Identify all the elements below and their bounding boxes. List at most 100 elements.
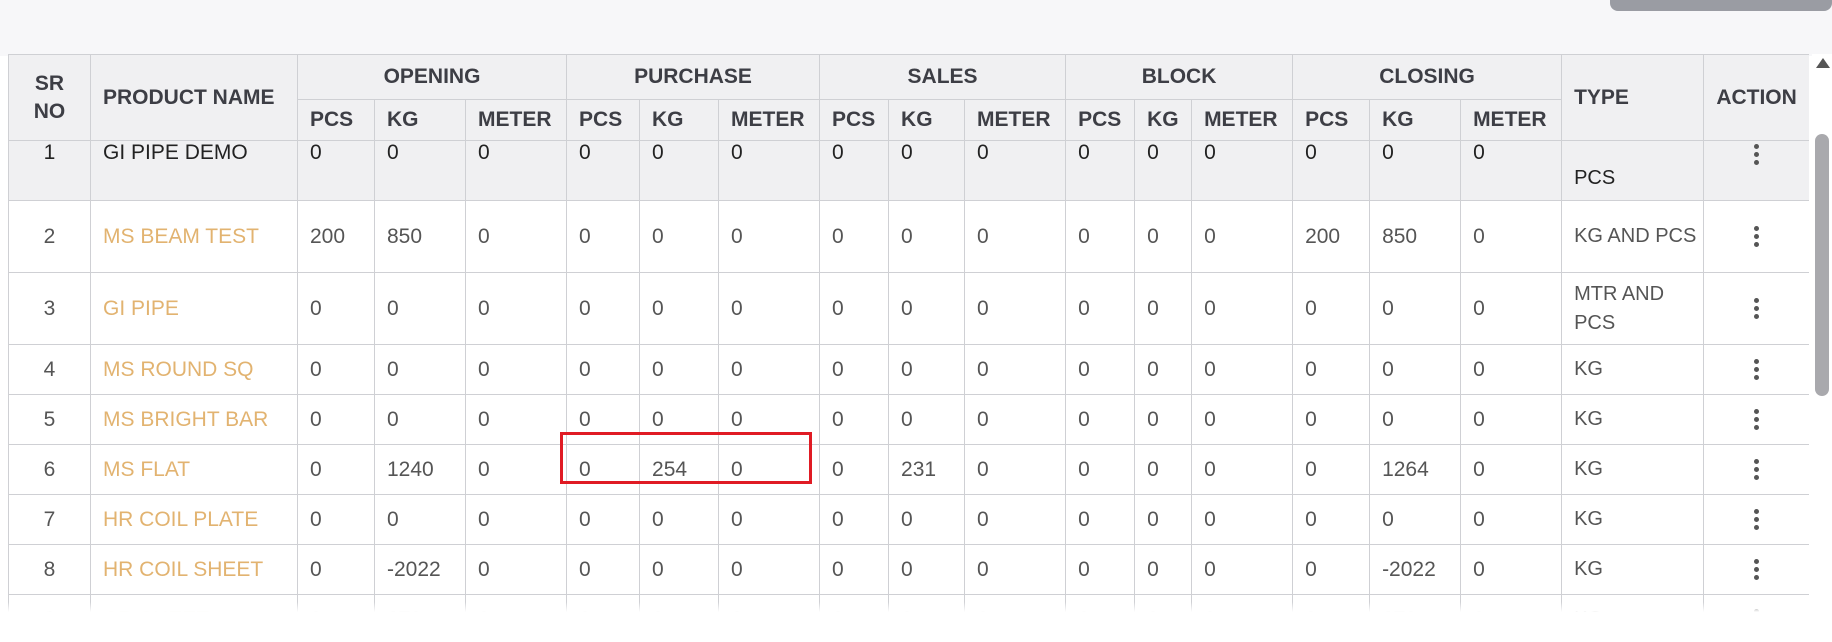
opening-kg-cell: 850: [374, 200, 466, 273]
sales-pcs-cell: 0: [819, 544, 890, 595]
closing-meter-cell: 0: [1460, 444, 1563, 495]
opening-pcs-cell: 0: [297, 140, 375, 201]
table-row[interactable]: 8 HR COIL SHEET 0 -2022 0 0 0 0 0 0 0 0 0 0 0 -2022 0 KG: [8, 544, 1809, 595]
action-cell: [1703, 544, 1809, 595]
product-name-cell[interactable]: MS ROUND SQ: [90, 344, 298, 395]
product-name-cell[interactable]: MS BRIGHT BAR: [90, 394, 298, 445]
sales-kg-cell: 0: [888, 272, 966, 345]
opening-meter-cell: 0: [464, 494, 568, 545]
opening-kg-cell: 0: [374, 140, 466, 201]
closing-kg-cell: 0: [1369, 140, 1462, 201]
vertical-scrollbar[interactable]: [1812, 54, 1832, 612]
arrow-up-icon[interactable]: [1816, 58, 1830, 68]
table-row[interactable]: 7 HR COIL PLATE 0 0 0 0 0 0 0 0 0 0 0 0 0 0 0 KG: [8, 494, 1809, 545]
block-kg-cell: 0: [1134, 444, 1193, 495]
product-name-header: PRODUCT NAME: [90, 54, 298, 141]
action-cell: [1703, 494, 1809, 545]
table-row[interactable]: 3 GI PIPE 0 0 0 0 0 0 0 0 0 0 0 0 0 0 0 MTR AND PCS: [8, 272, 1809, 345]
kebab-menu-icon[interactable]: [1754, 406, 1760, 433]
purchase-pcs-cell: 0: [566, 444, 641, 495]
scrollbar-thumb[interactable]: [1815, 134, 1829, 396]
purchase-meter-cell: 0: [718, 394, 821, 445]
type-header: TYPE: [1561, 54, 1705, 141]
block-pcs-cell: 0: [1065, 444, 1136, 495]
opening-pcs-cell: 0: [297, 394, 375, 445]
action-cell: [1703, 394, 1809, 445]
purchase-kg-cell: 0: [639, 272, 720, 345]
table-row[interactable]: 2 MS BEAM TEST 200 850 0 0 0 0 0 0 0 0 0 0 200 850 0 KG A…: [8, 200, 1809, 273]
kebab-menu-icon[interactable]: [1754, 356, 1760, 383]
sales-kg-cell: 0: [888, 200, 966, 273]
sales-meter-cell: 0: [964, 200, 1067, 273]
purchase-pcs-cell: 0: [566, 344, 641, 395]
closing-kg-header: KG: [1369, 99, 1462, 141]
sales-meter-cell: 0: [964, 272, 1067, 345]
kebab-menu-icon[interactable]: [1754, 456, 1760, 483]
opening-group-header: OPENING: [296, 54, 568, 100]
block-pcs-cell: 0: [1065, 200, 1136, 273]
opening-meter-cell: 0: [464, 140, 568, 201]
kebab-menu-icon[interactable]: [1754, 142, 1760, 169]
purchase-meter-cell: 0: [718, 272, 821, 345]
purchase-meter-cell: 0: [718, 344, 821, 395]
table-row[interactable]: 1 GI PIPE DEMO 0 0 0 0 0 0 0 0 0 0 0 0 0 0 0 PCS: [8, 140, 1809, 201]
kebab-menu-icon[interactable]: [1754, 223, 1760, 250]
sales-meter-cell: 0: [964, 394, 1067, 445]
closing-pcs-cell: 200: [1292, 200, 1371, 273]
closing-kg-cell: 850: [1369, 200, 1462, 273]
purchase-kg-header: KG: [639, 99, 720, 141]
purchase-meter-cell: 0: [718, 494, 821, 545]
purchase-pcs-cell: 0: [566, 394, 641, 445]
closing-pcs-cell: 0: [1292, 272, 1371, 345]
sr-no-cell: 3: [8, 272, 91, 345]
opening-pcs-header: PCS: [297, 99, 375, 141]
block-meter-cell: 0: [1191, 200, 1294, 273]
bottom-fade: [8, 602, 1809, 612]
opening-meter-cell: 0: [464, 344, 568, 395]
table-row[interactable]: 5 MS BRIGHT BAR 0 0 0 0 0 0 0 0 0 0 0 0 0 0 0 KG: [8, 394, 1809, 445]
sales-pcs-cell: 0: [819, 444, 890, 495]
sr-no-cell: 8: [8, 544, 91, 595]
sales-pcs-cell: 0: [819, 200, 890, 273]
sales-meter-cell: 0: [964, 494, 1067, 545]
closing-meter-cell: 0: [1460, 494, 1563, 545]
stock-table: SR NO PRODUCT NAME OPENING PURCHASE SALE…: [8, 54, 1809, 612]
type-cell: KG: [1561, 494, 1705, 545]
purchase-meter-cell: 0: [718, 544, 821, 595]
purchase-kg-cell: 0: [639, 140, 720, 201]
type-cell: KG: [1561, 544, 1705, 595]
purchase-kg-cell: 254: [639, 444, 720, 495]
product-name-cell[interactable]: GI PIPE: [90, 272, 298, 345]
product-name-cell[interactable]: HR COIL PLATE: [90, 494, 298, 545]
opening-kg-cell: 0: [374, 494, 466, 545]
sales-pcs-header: PCS: [819, 99, 890, 141]
product-name-cell[interactable]: HR COIL SHEET: [90, 544, 298, 595]
sales-meter-cell: 0: [964, 140, 1067, 201]
sr-no-cell: 4: [8, 344, 91, 395]
closing-kg-cell: 0: [1369, 394, 1462, 445]
type-cell: MTR AND PCS: [1561, 272, 1705, 345]
sr-no-header: SR NO: [8, 54, 91, 141]
table-row[interactable]: 4 MS ROUND SQ 0 0 0 0 0 0 0 0 0 0 0 0 0 0 0 KG: [8, 344, 1809, 395]
block-meter-cell: 0: [1191, 444, 1294, 495]
product-name-cell[interactable]: MS FLAT: [90, 444, 298, 495]
product-name-cell[interactable]: GI PIPE DEMO: [90, 140, 298, 201]
purchase-meter-cell: 0: [718, 200, 821, 273]
closing-kg-cell: -2022: [1369, 544, 1462, 595]
sr-no-cell: 6: [8, 444, 91, 495]
block-kg-cell: 0: [1134, 544, 1193, 595]
purchase-pcs-cell: 0: [566, 494, 641, 545]
block-meter-cell: 0: [1191, 494, 1294, 545]
kebab-menu-icon[interactable]: [1754, 556, 1760, 583]
closing-meter-cell: 0: [1460, 544, 1563, 595]
closing-group-header: CLOSING: [1292, 54, 1563, 100]
product-name-cell[interactable]: MS BEAM TEST: [90, 200, 298, 273]
stock-table-viewport: SR NO PRODUCT NAME OPENING PURCHASE SALE…: [8, 54, 1809, 612]
table-row[interactable]: 6 MS FLAT 0 1240 0 0 254 0 0 231 0 0 0 0 0 1264 0 KG: [8, 444, 1809, 495]
kebab-menu-icon[interactable]: [1754, 295, 1760, 322]
purchase-pcs-cell: 0: [566, 272, 641, 345]
kebab-menu-icon[interactable]: [1754, 506, 1760, 533]
top-right-control[interactable]: [1610, 0, 1832, 11]
purchase-pcs-cell: 0: [566, 544, 641, 595]
opening-pcs-cell: 0: [297, 344, 375, 395]
